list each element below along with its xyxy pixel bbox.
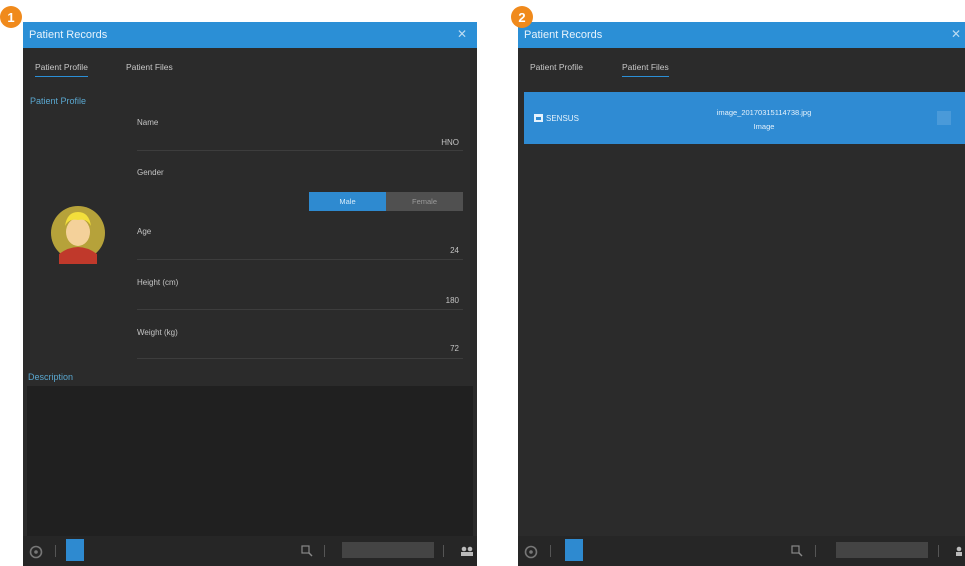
toolbar-divider	[55, 545, 56, 557]
section-title-profile: Patient Profile	[30, 96, 87, 106]
bottom-toolbar	[518, 536, 965, 566]
step-badge-2: 2	[511, 6, 533, 28]
zoom-icon[interactable]	[791, 545, 803, 557]
age-label: Age	[137, 227, 152, 236]
height-label: Height (cm)	[137, 278, 179, 287]
patient-avatar	[51, 206, 105, 264]
patient-records-panel-profile: Patient Records ✕ Patient Profile Patien…	[23, 22, 477, 566]
name-value[interactable]: HNO	[419, 138, 459, 147]
age-value[interactable]: 24	[419, 246, 459, 255]
layers-slider[interactable]	[342, 542, 434, 558]
gender-label: Gender	[137, 168, 164, 177]
height-underline	[137, 309, 463, 310]
file-name: image_20170315114738.jpg	[716, 108, 812, 117]
file-type: Image	[753, 122, 775, 131]
patient-records-panel-files: Patient Records ✕ Patient Profile Patien…	[518, 22, 965, 566]
age-underline	[137, 259, 463, 260]
file-checkbox[interactable]	[937, 111, 951, 125]
section-title-description: Description	[28, 372, 74, 382]
gear-icon[interactable]	[29, 545, 43, 559]
tab-bar: Patient Profile Patient Files	[518, 48, 965, 92]
name-underline	[137, 150, 463, 151]
toolbar-divider	[815, 545, 816, 557]
tab-patient-profile[interactable]: Patient Profile	[35, 62, 88, 77]
layers-slider[interactable]	[836, 542, 928, 558]
description-textarea[interactable]	[27, 386, 473, 536]
close-icon[interactable]: ✕	[951, 27, 961, 41]
image-file-icon	[534, 114, 543, 122]
weight-label: Weight (kg)	[137, 328, 178, 337]
tab-patient-profile[interactable]: Patient Profile	[530, 62, 583, 76]
user-add-icon[interactable]	[955, 546, 963, 556]
gender-male-button[interactable]: Male	[309, 192, 386, 211]
zoom-icon[interactable]	[301, 545, 313, 557]
window-titlebar: Patient Records ✕	[23, 22, 477, 48]
tab-patient-files[interactable]: Patient Files	[126, 62, 173, 76]
patient-icon[interactable]	[565, 539, 583, 561]
bottom-toolbar	[23, 536, 477, 566]
gender-toggle: Male Female	[309, 192, 463, 211]
weight-value[interactable]: 72	[419, 344, 459, 353]
toolbar-divider	[550, 545, 551, 557]
window-title: Patient Records	[524, 29, 603, 41]
window-title: Patient Records	[29, 29, 108, 41]
weight-underline	[137, 358, 463, 359]
gender-female-button[interactable]: Female	[386, 192, 463, 211]
file-owner-name: SENSUS	[546, 114, 579, 123]
name-label: Name	[137, 118, 159, 127]
patient-icon[interactable]	[66, 539, 84, 561]
toolbar-divider	[443, 545, 444, 557]
window-titlebar: Patient Records ✕	[518, 22, 965, 48]
height-value[interactable]: 180	[419, 296, 459, 305]
file-list-item[interactable]: SENSUS image_20170315114738.jpg Image	[524, 92, 965, 144]
tab-bar: Patient Profile Patient Files	[23, 48, 477, 92]
tab-patient-files[interactable]: Patient Files	[622, 62, 669, 77]
close-icon[interactable]: ✕	[457, 27, 467, 41]
step-badge-1: 1	[0, 6, 22, 28]
toolbar-divider	[324, 545, 325, 557]
toolbar-divider	[938, 545, 939, 557]
gear-icon[interactable]	[524, 545, 538, 559]
user-add-icon[interactable]	[460, 546, 474, 556]
